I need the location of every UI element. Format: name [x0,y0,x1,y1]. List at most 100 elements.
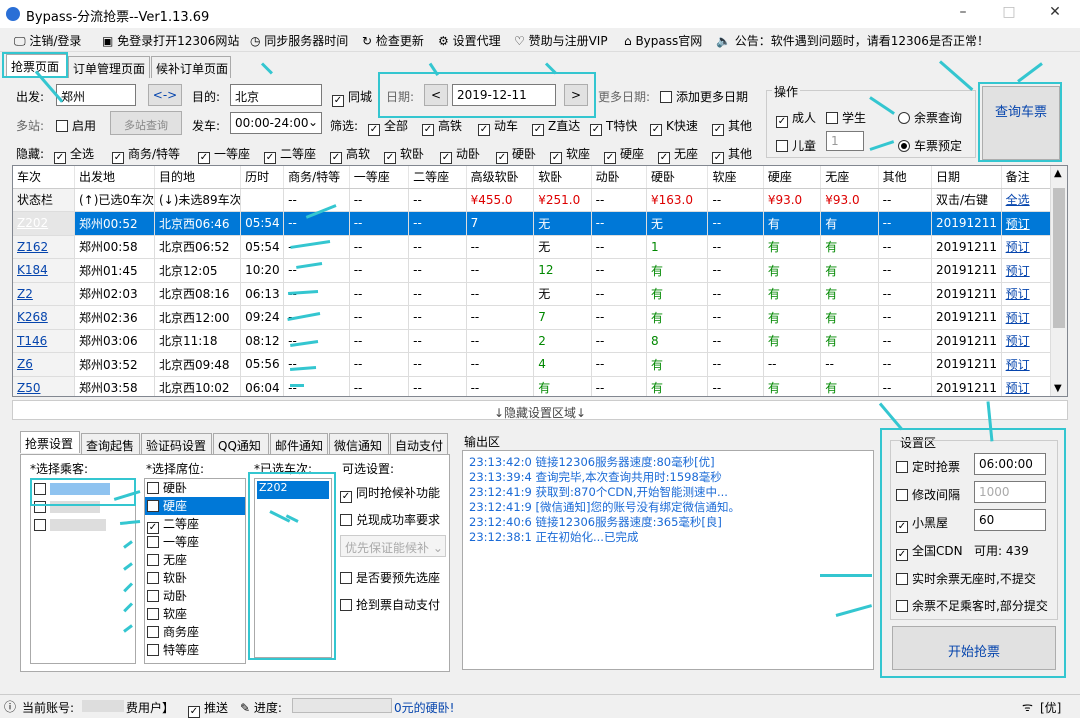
table-scrollbar[interactable]: ▲ ▼ [1050,166,1067,396]
tab-mail[interactable]: 邮件通知 [270,433,328,455]
column-header[interactable]: 一等座 [349,166,410,189]
tab-wechat[interactable]: 微信通知 [329,433,389,455]
column-header[interactable]: 硬卧 [646,166,709,189]
hide-softseat[interactable]: ✓ 软座 [550,145,590,164]
scroll-up-icon[interactable]: ▲ [1054,168,1062,179]
hide-softbed[interactable]: ✓ 软卧 [384,145,424,164]
seat-item[interactable]: 特等座 [145,641,245,659]
seat-item[interactable]: 动卧 [145,587,245,605]
scroll-down-icon[interactable]: ▼ [1054,383,1062,394]
add-more-dates-checkbox[interactable]: 添加更多日期 [660,88,748,105]
hide-highsoft[interactable]: ✓ 高软 [330,145,370,164]
column-header[interactable]: 无座 [820,166,879,189]
seat-checkbox[interactable] [147,644,159,656]
seat-item[interactable]: 商务座 [145,623,245,641]
hide-noseat[interactable]: ✓ 无座 [658,145,698,164]
table-cell[interactable]: 预订 [1001,282,1053,306]
hidden-area-toggle[interactable]: ↓隐藏设置区域↓ [12,400,1068,420]
to-input[interactable]: 北京 [230,84,322,106]
table-cell[interactable]: 预订 [1001,235,1053,259]
table-cell[interactable]: Z2 [13,282,75,306]
table-cell[interactable]: Z162 [13,235,75,259]
menu-sync-time[interactable]: ◷ 同步服务器时间 [250,32,348,49]
tab-waitlist[interactable]: 候补订单页面 [151,56,231,78]
column-header[interactable]: 软座 [707,166,764,189]
tab-query-sale[interactable]: 查询起售 [81,433,140,455]
table-cell[interactable]: 预订 [1001,352,1053,377]
table-cell[interactable]: Z6 [13,352,75,377]
minimize-button[interactable]: – [948,4,978,24]
child-count-stepper[interactable]: 1 [826,131,864,151]
hide-hardbed[interactable]: ✓ 硬卧 [496,145,536,164]
hide-business[interactable]: ✓ 商务/特等 [112,145,180,164]
column-header[interactable]: 备注 [1001,166,1053,189]
success-rate-checkbox[interactable]: 兑现成功率要求 [340,511,440,528]
push-toggle[interactable]: ✓ 推送 [188,699,228,718]
seat-checkbox[interactable] [147,626,159,638]
filter-z[interactable]: ✓ Z直达 [532,117,580,136]
tab-captcha[interactable]: 验证码设置 [141,433,212,455]
column-header[interactable]: 商务/特等 [283,166,350,189]
table-row[interactable]: T146 郑州03:06 北京11:18 08:12 -- -- -- -- 2 -- 8 -- 有有 -… [13,329,1053,353]
column-header[interactable]: 目的地 [154,166,242,189]
table-cell[interactable]: K184 [13,258,75,283]
column-header[interactable]: 车次 [13,166,75,189]
table-cell[interactable]: 全选 [1001,188,1053,212]
seat-item[interactable]: 无座 [145,551,245,569]
tab-grab-settings[interactable]: 抢票设置 [20,431,80,453]
maximize-button[interactable]: □ [994,4,1024,24]
from-input[interactable]: 郑州 [56,84,136,106]
table-cell[interactable]: 预订 [1001,305,1053,330]
autopay-checkbox[interactable]: 抢到票自动支付 [340,596,440,613]
filter-all[interactable]: ✓ 全部 [368,117,408,136]
menu-login[interactable]: 🖵 注销/登录 [14,32,81,49]
filter-t[interactable]: ✓ T特快 [590,117,637,136]
menu-proxy[interactable]: ⚙ 设置代理 [438,32,501,49]
table-row[interactable]: Z2郑州02:03北京西08:1606:13--------无--有--有有--… [13,282,1053,306]
table-cell[interactable]: T146 [13,329,75,353]
enable-multi-checkbox[interactable]: 启用 [56,117,96,134]
priority-select[interactable]: 优先保证能候补 ⌄ [340,535,446,557]
seat-checkbox[interactable] [147,500,159,512]
seat-item[interactable]: 软座 [145,605,245,623]
remain-query-radio[interactable]: 余票查询 [898,109,962,126]
hide-dongwo[interactable]: ✓ 动卧 [440,145,480,164]
student-checkbox[interactable]: 学生 [826,109,866,126]
column-header[interactable]: 硬座 [763,166,822,189]
seat-checkbox[interactable] [147,572,159,584]
table-row[interactable]: Z6 郑州03:52 北京西09:48 05:56 -- -- -- -- 4 -- 有 -- -- --… [13,352,1053,377]
scroll-thumb[interactable] [1053,188,1065,328]
table-row[interactable]: Z202 郑州00:52 北京西06:46 05:54 -- -- -- 7 无 -- 无 -- 有有 -… [13,211,1053,236]
multi-query-button[interactable]: 多站查询 [110,111,182,135]
table-row[interactable]: Z162郑州00:58北京西06:5205:54--------无--1--有有… [13,235,1053,259]
column-header[interactable]: 高级软卧 [466,166,535,189]
column-header[interactable]: 动卧 [591,166,647,189]
depart-time-select[interactable]: 00:00-24:00 ⌄ [230,112,322,134]
table-cell[interactable]: Z50 [13,376,75,396]
seat-checkbox[interactable] [147,536,159,548]
hide-other[interactable]: ✓ 其他 [712,145,752,164]
waitlist-checkbox[interactable]: ✓ 同时抢候补功能 [340,484,440,503]
table-row[interactable]: K268郑州02:36北京西12:0009:24--------7--有--有有… [13,305,1053,330]
adult-checkbox[interactable]: ✓ 成人 [776,109,816,128]
book-radio[interactable]: 车票预定 [898,137,962,154]
hide-all[interactable]: ✓ 全选 [54,145,94,164]
table-cell[interactable]: Z202 [13,211,75,236]
menu-check-update[interactable]: ↻ 检查更新 [362,32,424,49]
close-button[interactable]: ✕ [1040,4,1070,24]
tab-autopay[interactable]: 自动支付 [390,433,448,455]
hide-hardseat[interactable]: ✓ 硬座 [604,145,644,164]
child-checkbox[interactable]: 儿童 [776,137,816,154]
table-cell[interactable]: 预订 [1001,211,1053,236]
table-cell[interactable]: 状态栏 [13,188,75,212]
table-row[interactable]: Z50 郑州03:58 北京西10:02 06:04 -- -- -- -- 有 -- 有 -- 有有 -… [13,376,1053,396]
swap-button[interactable]: <-> [148,84,182,106]
column-header[interactable]: 日期 [931,166,1002,189]
column-header[interactable]: 软卧 [533,166,592,189]
table-cell[interactable]: K268 [13,305,75,330]
filter-k[interactable]: ✓ K快速 [650,117,698,136]
status-row[interactable]: 状态栏 (↑)已选0车次 (↓)未选89车次 -- -- -- ¥455.0 ¥251.0 --… [13,188,1053,212]
menu-notice[interactable]: 🔈 公告：软件遇到问题时，请看12306是否正常！ [716,32,989,49]
column-header[interactable]: 历时 [240,166,285,189]
hide-first[interactable]: ✓ 一等座 [198,145,250,164]
